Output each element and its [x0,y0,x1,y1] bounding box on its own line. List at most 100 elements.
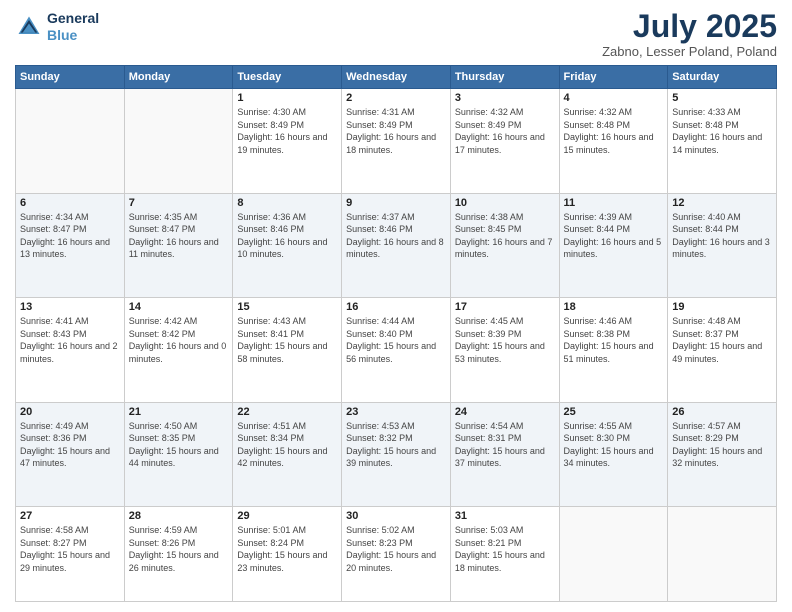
day-number: 7 [129,197,229,209]
day-number: 14 [129,301,229,313]
day-number: 2 [346,92,446,104]
day-number: 13 [20,301,120,313]
day-info: Sunrise: 4:35 AM Sunset: 8:47 PM Dayligh… [129,211,229,261]
day-number: 30 [346,510,446,522]
table-row: 25 Sunrise: 4:55 AM Sunset: 8:30 PM Dayli… [559,402,668,507]
calendar-row: 13 Sunrise: 4:41 AM Sunset: 8:43 PM Dayli… [16,298,777,403]
day-number: 29 [237,510,337,522]
day-info: Sunrise: 4:32 AM Sunset: 8:48 PM Dayligh… [564,106,664,156]
day-number: 18 [564,301,664,313]
day-number: 1 [237,92,337,104]
col-saturday: Saturday [668,66,777,89]
calendar-row: 6Sunrise: 4:34 AM Sunset: 8:47 PM Daylig… [16,193,777,298]
day-number: 25 [564,406,664,418]
table-row: 23Sunrise: 4:53 AM Sunset: 8:32 PM Dayli… [342,402,451,507]
day-info: Sunrise: 4:37 AM Sunset: 8:46 PM Dayligh… [346,211,446,261]
day-info: Sunrise: 4:36 AM Sunset: 8:46 PM Dayligh… [237,211,337,261]
day-info: Sunrise: 4:32 AM Sunset: 8:49 PM Dayligh… [455,106,555,156]
table-row: 6Sunrise: 4:34 AM Sunset: 8:47 PM Daylig… [16,193,125,298]
day-info: Sunrise: 4:31 AM Sunset: 8:49 PM Dayligh… [346,106,446,156]
day-number: 10 [455,197,555,209]
calendar-row: 1 Sunrise: 4:30 AM Sunset: 8:49 PM Daylig… [16,89,777,194]
table-row: 21 Sunrise: 4:50 AM Sunset: 8:35 PM Dayli… [124,402,233,507]
day-number: 11 [564,197,664,209]
day-info: Sunrise: 5:01 AM Sunset: 8:24 PM Dayligh… [237,524,337,574]
day-info: Sunrise: 4:54 AM Sunset: 8:31 PM Dayligh… [455,420,555,470]
day-number: 15 [237,301,337,313]
table-row: 26 Sunrise: 4:57 AM Sunset: 8:29 PM Dayli… [668,402,777,507]
col-monday: Monday [124,66,233,89]
page: General Blue July 2025 Zabno, Lesser Pol… [0,0,792,612]
day-number: 17 [455,301,555,313]
day-info: Sunrise: 4:57 AM Sunset: 8:29 PM Dayligh… [672,420,772,470]
table-row [559,507,668,602]
calendar-row: 20 Sunrise: 4:49 AM Sunset: 8:36 PM Dayli… [16,402,777,507]
table-row: 17 Sunrise: 4:45 AM Sunset: 8:39 PM Dayli… [450,298,559,403]
table-row: 11Sunrise: 4:39 AM Sunset: 8:44 PM Dayli… [559,193,668,298]
table-row: 3 Sunrise: 4:32 AM Sunset: 8:49 PM Daylig… [450,89,559,194]
day-info: Sunrise: 4:34 AM Sunset: 8:47 PM Dayligh… [20,211,120,261]
day-number: 26 [672,406,772,418]
table-row: 1 Sunrise: 4:30 AM Sunset: 8:49 PM Daylig… [233,89,342,194]
table-row: 8 Sunrise: 4:36 AM Sunset: 8:46 PM Daylig… [233,193,342,298]
calendar-row: 27 Sunrise: 4:58 AM Sunset: 8:27 PM Dayli… [16,507,777,602]
table-row: 19 Sunrise: 4:48 AM Sunset: 8:37 PM Dayli… [668,298,777,403]
col-friday: Friday [559,66,668,89]
col-sunday: Sunday [16,66,125,89]
day-info: Sunrise: 4:40 AM Sunset: 8:44 PM Dayligh… [672,211,772,261]
day-info: Sunrise: 4:45 AM Sunset: 8:39 PM Dayligh… [455,315,555,365]
table-row: 28 Sunrise: 4:59 AM Sunset: 8:26 PM Dayli… [124,507,233,602]
day-number: 20 [20,406,120,418]
day-header-row: Sunday Monday Tuesday Wednesday Thursday… [16,66,777,89]
day-number: 19 [672,301,772,313]
day-number: 31 [455,510,555,522]
day-info: Sunrise: 4:51 AM Sunset: 8:34 PM Dayligh… [237,420,337,470]
day-number: 9 [346,197,446,209]
table-row: 31 Sunrise: 5:03 AM Sunset: 8:21 PM Dayli… [450,507,559,602]
table-row [16,89,125,194]
day-info: Sunrise: 4:33 AM Sunset: 8:48 PM Dayligh… [672,106,772,156]
day-number: 5 [672,92,772,104]
table-row: 14 Sunrise: 4:42 AM Sunset: 8:42 PM Dayli… [124,298,233,403]
table-row [124,89,233,194]
day-info: Sunrise: 4:42 AM Sunset: 8:42 PM Dayligh… [129,315,229,365]
day-info: Sunrise: 4:41 AM Sunset: 8:43 PM Dayligh… [20,315,120,365]
day-number: 28 [129,510,229,522]
day-info: Sunrise: 4:59 AM Sunset: 8:26 PM Dayligh… [129,524,229,574]
day-info: Sunrise: 5:03 AM Sunset: 8:21 PM Dayligh… [455,524,555,574]
col-thursday: Thursday [450,66,559,89]
col-tuesday: Tuesday [233,66,342,89]
day-info: Sunrise: 4:43 AM Sunset: 8:41 PM Dayligh… [237,315,337,365]
day-number: 4 [564,92,664,104]
table-row: 4 Sunrise: 4:32 AM Sunset: 8:48 PM Daylig… [559,89,668,194]
day-info: Sunrise: 4:44 AM Sunset: 8:40 PM Dayligh… [346,315,446,365]
table-row: 10 Sunrise: 4:38 AM Sunset: 8:45 PM Dayli… [450,193,559,298]
day-number: 21 [129,406,229,418]
location: Zabno, Lesser Poland, Poland [602,44,777,59]
title-block: July 2025 Zabno, Lesser Poland, Poland [602,10,777,59]
day-info: Sunrise: 4:58 AM Sunset: 8:27 PM Dayligh… [20,524,120,574]
day-info: Sunrise: 5:02 AM Sunset: 8:23 PM Dayligh… [346,524,446,574]
day-info: Sunrise: 4:50 AM Sunset: 8:35 PM Dayligh… [129,420,229,470]
table-row: 9 Sunrise: 4:37 AM Sunset: 8:46 PM Daylig… [342,193,451,298]
day-number: 27 [20,510,120,522]
day-number: 3 [455,92,555,104]
day-info: Sunrise: 4:53 AM Sunset: 8:32 PM Dayligh… [346,420,446,470]
table-row: 13 Sunrise: 4:41 AM Sunset: 8:43 PM Dayli… [16,298,125,403]
day-number: 8 [237,197,337,209]
day-info: Sunrise: 4:49 AM Sunset: 8:36 PM Dayligh… [20,420,120,470]
day-info: Sunrise: 4:30 AM Sunset: 8:49 PM Dayligh… [237,106,337,156]
day-info: Sunrise: 4:48 AM Sunset: 8:37 PM Dayligh… [672,315,772,365]
col-wednesday: Wednesday [342,66,451,89]
day-info: Sunrise: 4:55 AM Sunset: 8:30 PM Dayligh… [564,420,664,470]
table-row: 27 Sunrise: 4:58 AM Sunset: 8:27 PM Dayli… [16,507,125,602]
table-row: 15 Sunrise: 4:43 AM Sunset: 8:41 PM Dayli… [233,298,342,403]
calendar: Sunday Monday Tuesday Wednesday Thursday… [15,65,777,602]
table-row: 2 Sunrise: 4:31 AM Sunset: 8:49 PM Daylig… [342,89,451,194]
day-info: Sunrise: 4:38 AM Sunset: 8:45 PM Dayligh… [455,211,555,261]
table-row [668,507,777,602]
logo-line2: Blue [47,27,77,43]
logo-text: General Blue [47,10,99,44]
table-row: 16Sunrise: 4:44 AM Sunset: 8:40 PM Dayli… [342,298,451,403]
table-row: 20 Sunrise: 4:49 AM Sunset: 8:36 PM Dayli… [16,402,125,507]
